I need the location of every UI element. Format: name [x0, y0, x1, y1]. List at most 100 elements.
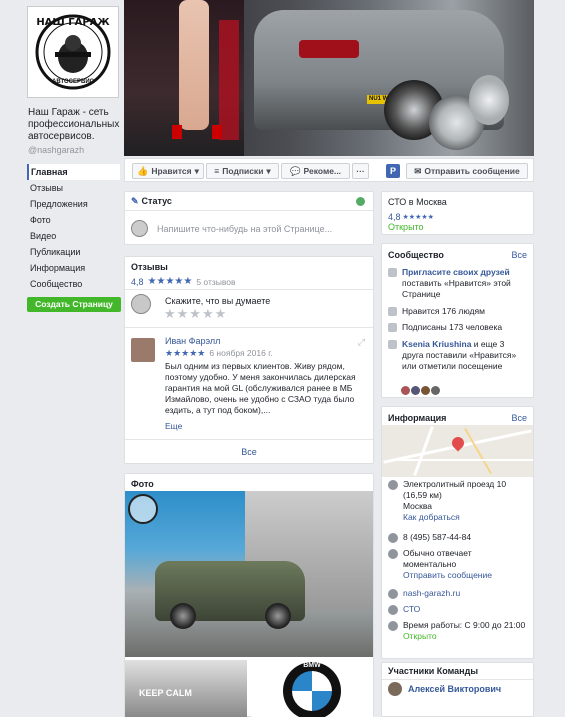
invite-friends-link[interactable]: Пригласите своих друзей — [402, 267, 510, 277]
review-date[interactable]: 6 ноября 2016 г. — [209, 348, 272, 359]
community-title: Сообщество — [388, 250, 444, 260]
nav-item-posts[interactable]: Публикации — [27, 244, 120, 260]
community-all-link[interactable]: Все — [511, 250, 527, 260]
reviewer-avatar — [131, 338, 155, 362]
reviews-all-link[interactable]: Все — [125, 447, 373, 457]
category-name[interactable]: СТО в Москва — [388, 197, 447, 207]
clock-icon — [388, 621, 398, 631]
address: Электролитный проезд 10 (16,59 км) — [403, 479, 507, 500]
avatar — [131, 294, 151, 314]
status-card: ✎ Статус Напишите что-нибудь на этой Стр… — [124, 191, 374, 245]
status-input[interactable]: Напишите что-нибудь на этой Странице... — [157, 224, 332, 234]
phone-icon — [388, 533, 398, 543]
team-member[interactable]: Алексей Викторович — [388, 682, 501, 696]
nav-item-videos[interactable]: Видео — [27, 228, 120, 244]
category-card: СТО в Москва 4,8 ★★★★★ Открыто — [381, 191, 534, 235]
team-title: Участники Команды — [388, 666, 478, 676]
avatar — [131, 220, 148, 237]
nav-item-info[interactable]: Информация — [27, 260, 120, 276]
review-stars: ★★★★★ — [165, 348, 206, 358]
invite-text: поставить «Нравится» этой Странице — [402, 278, 511, 299]
logo-title: НАШ ГАРАЖ — [36, 17, 110, 28]
community-card: Сообщество Все Пригласите своих друзей п… — [381, 243, 534, 398]
reviews-card: Отзывы 4,8 ★★★★★ 5 отзывов Скажите, что … — [124, 256, 374, 464]
team-member-name[interactable]: Алексей Викторович — [408, 684, 501, 694]
avatar — [431, 386, 440, 395]
nav-item-offers[interactable]: Предложения — [27, 196, 120, 212]
location-icon — [388, 480, 398, 490]
review-prompt[interactable]: Скажите, что вы думаете — [165, 296, 270, 306]
messenger-icon — [388, 549, 398, 559]
phone[interactable]: 8 (495) 587-44-84 — [403, 532, 471, 543]
photo-logo-icon — [128, 494, 158, 524]
send-message-button[interactable]: ✉ Отправить сообщение — [406, 163, 528, 179]
rss-icon: ≡ — [214, 166, 220, 176]
nav-item-community[interactable]: Сообщество — [27, 276, 120, 292]
review-more-link[interactable]: Еще — [165, 421, 182, 431]
create-page-button[interactable]: Создать Страницу — [27, 297, 121, 312]
info-card: Информация Все Электролитный проезд 10 (… — [381, 406, 534, 659]
map[interactable] — [382, 425, 533, 477]
thumbs-up-icon: 👍 — [137, 165, 149, 176]
avatar — [401, 386, 410, 395]
friend-avatars[interactable] — [401, 386, 440, 395]
page-handle[interactable]: @nashgarazh — [28, 145, 84, 155]
avatar — [411, 386, 420, 395]
page-logo[interactable]: НАШ ГАРАЖ АВТОСЕРВИС — [27, 6, 119, 98]
info-all-link[interactable]: Все — [511, 413, 527, 423]
thumbs-up-icon — [388, 307, 397, 316]
photo-keep-calm[interactable]: KEEP CALM — [125, 660, 247, 717]
avatar — [388, 682, 402, 696]
reviews-title: Отзывы — [131, 262, 168, 272]
reviews-rating: 4,8 — [131, 276, 144, 287]
rating-input[interactable]: ★★★★★ — [164, 306, 227, 322]
globe-icon — [388, 589, 398, 599]
review-text: Был одним из первых клиентов. Живу рядом… — [165, 361, 356, 415]
photo-main[interactable] — [125, 491, 373, 657]
page-name: Наш Гараж - сеть профессиональных автосе… — [28, 107, 120, 142]
invite-icon — [388, 268, 397, 277]
photos-title: Фото — [131, 479, 154, 489]
more-button[interactable]: ··· — [352, 163, 369, 179]
nav-item-home[interactable]: Главная — [27, 164, 120, 180]
status-tab[interactable]: ✎ Статус — [131, 196, 172, 207]
review-menu-icon[interactable]: ⤢ — [358, 337, 365, 348]
reviews-stars: ★★★★★ — [147, 276, 193, 287]
cover-photo[interactable]: NU1 WCR — [124, 0, 534, 156]
info-title: Информация — [388, 413, 447, 423]
reviewer-name[interactable]: Иван Фарэлл — [165, 336, 220, 346]
tag-icon — [388, 605, 398, 615]
nav-item-reviews[interactable]: Отзывы — [27, 180, 120, 196]
page-icon[interactable]: Р — [386, 164, 400, 178]
directions-link[interactable]: Как добраться — [403, 512, 527, 523]
action-bar: 👍 Нравится ▾ ≡ Подписки ▾ 💬 Рекоме... ··… — [124, 158, 534, 182]
recommend-button[interactable]: 💬 Рекоме... — [281, 163, 350, 179]
category-link[interactable]: СТО — [403, 604, 420, 615]
team-card: Участники Команды Алексей Викторович — [381, 662, 534, 717]
followers-count: Подписаны 173 человека — [402, 322, 503, 332]
like-button[interactable]: 👍 Нравится ▾ — [132, 163, 204, 179]
photo-bmw[interactable]: BMW — [251, 660, 373, 717]
subscriptions-button[interactable]: ≡ Подписки ▾ — [206, 163, 279, 179]
response-time: Обычно отвечает моментально — [403, 548, 472, 569]
speech-bubble-icon: 💬 — [289, 165, 301, 176]
category-stars: ★★★★★ — [402, 214, 434, 221]
left-nav: Главная Отзывы Предложения Фото Видео Пу… — [27, 164, 120, 292]
bmw-logo-icon: BMW — [283, 662, 341, 717]
avatar — [421, 386, 430, 395]
chevron-down-icon: ▾ — [266, 165, 271, 176]
category-open-status: Открыто — [388, 222, 424, 232]
photos-card: Фото KEEP CALM BMW — [124, 473, 374, 717]
chevron-down-icon: ▾ — [194, 165, 199, 176]
reviews-count[interactable]: 5 отзывов — [196, 277, 235, 287]
open-status: Открыто — [403, 631, 437, 641]
post-privacy-icon[interactable] — [356, 197, 365, 206]
opening-hours: Время работы: С 9:00 до 21:00 — [403, 620, 526, 630]
website-link[interactable]: nash-garazh.ru — [403, 588, 460, 599]
friend-name-link[interactable]: Ksenia Kriushina — [402, 339, 471, 349]
friends-icon — [388, 340, 397, 349]
category-rating: 4,8 — [388, 212, 401, 222]
city: Москва — [403, 501, 433, 511]
nav-item-photos[interactable]: Фото — [27, 212, 120, 228]
info-send-message-link[interactable]: Отправить сообщение — [403, 570, 527, 581]
